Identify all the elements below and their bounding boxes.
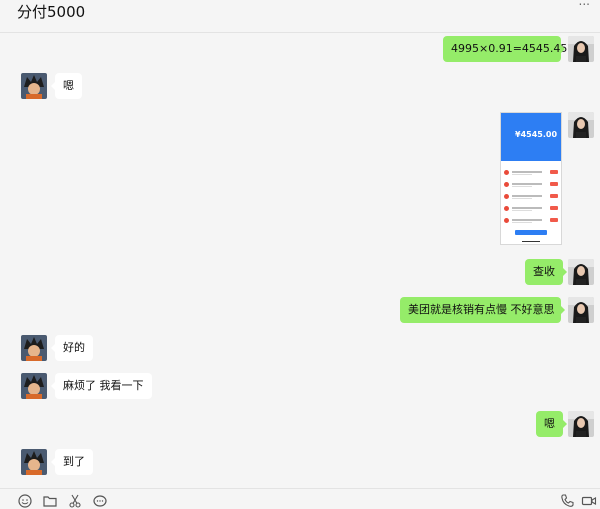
contact-avatar[interactable] — [21, 73, 47, 99]
list-item — [504, 193, 558, 202]
home-indicator — [522, 241, 540, 242]
list-item — [504, 169, 558, 178]
list-item — [504, 181, 558, 190]
payment-amount: ¥4545.00 — [515, 130, 558, 139]
message-bubble-outgoing: 查收 — [525, 259, 567, 285]
my-avatar[interactable] — [568, 36, 594, 62]
more-menu-icon[interactable]: ... — [579, 0, 590, 8]
message-bubble-outgoing: 嗯 — [536, 411, 567, 437]
my-avatar[interactable] — [568, 297, 594, 323]
input-toolbar — [0, 488, 600, 508]
chat-header: 分付5000 ... — [0, 0, 600, 33]
message-bubble-outgoing: 4995×0.91=4545.45 — [443, 36, 567, 62]
my-avatar[interactable] — [568, 112, 594, 138]
message-bubble-incoming: 麻烦了 我看一下 — [51, 373, 152, 399]
my-avatar[interactable] — [568, 411, 594, 437]
message-bubble-incoming: 好的 — [51, 335, 93, 361]
message-bubble-incoming: 到了 — [51, 449, 93, 475]
list-item — [504, 205, 558, 214]
my-avatar[interactable] — [568, 259, 594, 285]
list-item — [504, 217, 558, 226]
message-bubble-outgoing: 美团就是核销有点慢 不好意思 — [400, 297, 565, 323]
message-image-screenshot[interactable]: ¥4545.00 — [500, 112, 562, 245]
contact-avatar[interactable] — [21, 373, 47, 399]
message-bubble-incoming: 嗯 — [51, 73, 82, 99]
contact-avatar[interactable] — [21, 449, 47, 475]
confirm-button-thumb — [515, 230, 547, 235]
chat-title: 分付5000 — [17, 3, 86, 21]
contact-avatar[interactable] — [21, 335, 47, 361]
